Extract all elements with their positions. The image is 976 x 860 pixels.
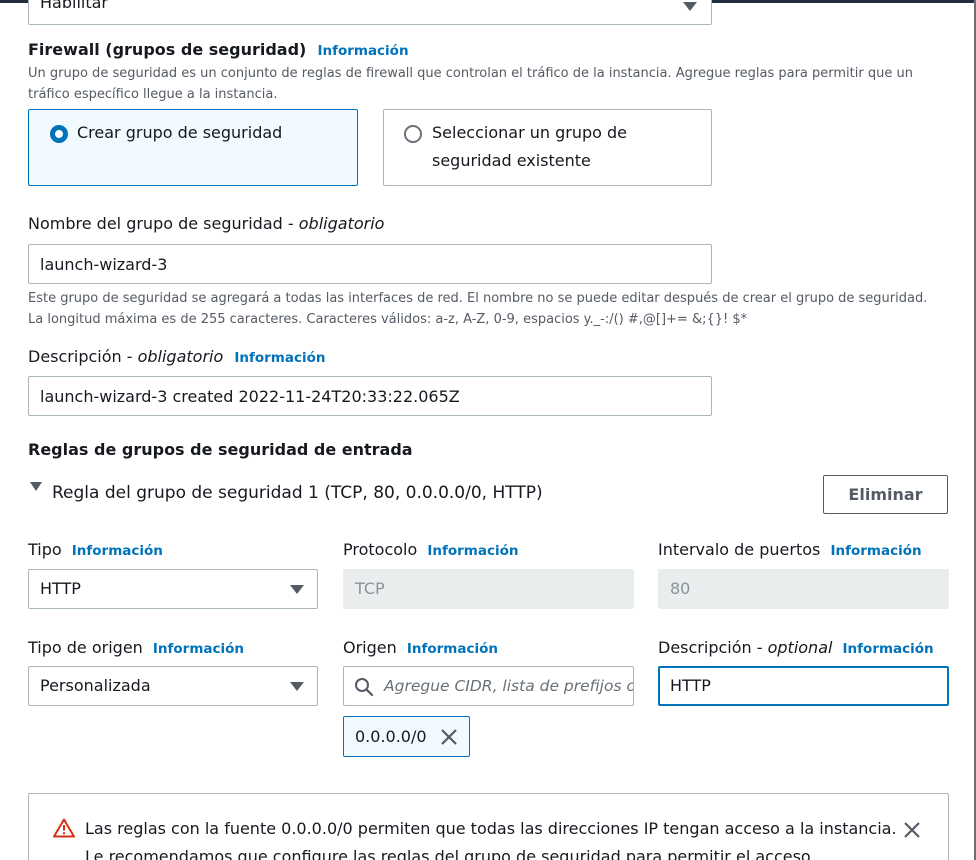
port-range-label-text: Intervalo de puertos <box>658 540 821 559</box>
port-range-label: Intervalo de puertos Información <box>658 540 922 559</box>
rule-description-input[interactable]: HTTP <box>658 666 949 706</box>
source-token-value: 0.0.0.0/0 <box>355 727 427 746</box>
option-create-security-group[interactable]: Crear grupo de seguridad <box>28 109 358 186</box>
protocol-field: TCP <box>343 569 634 609</box>
option-select-label: Seleccionar un grupo de seguridad existe… <box>432 123 627 170</box>
port-range-info-link[interactable]: Información <box>830 543 921 559</box>
protocol-info-link[interactable]: Información <box>427 543 518 559</box>
protocol-label: Protocolo Información <box>343 540 519 559</box>
group-name-label: Nombre del grupo de seguridad - obligato… <box>28 214 384 233</box>
warning-alert: Las reglas con la fuente 0.0.0.0/0 permi… <box>28 793 949 860</box>
rule-description-optional: optional <box>767 638 833 657</box>
caret-down-icon <box>30 482 42 491</box>
type-info-link[interactable]: Información <box>72 543 163 559</box>
protocol-value: TCP <box>355 579 385 598</box>
radio-checked-icon[interactable] <box>50 125 68 143</box>
group-description-value: launch-wizard-3 created 2022-11-24T20:33… <box>40 387 460 406</box>
group-name-required: obligatorio <box>298 214 385 233</box>
source-type-label: Tipo de origen Información <box>28 638 244 657</box>
warning-icon <box>53 818 75 838</box>
firewall-header: Firewall (grupos de seguridad) Informaci… <box>28 40 409 59</box>
source-type-value: Personalizada <box>40 676 151 695</box>
group-name-value: launch-wizard-3 <box>40 255 168 274</box>
source-info-link[interactable]: Información <box>407 641 498 657</box>
alert-line-2: Le recomendamos que configure las reglas… <box>85 847 811 860</box>
type-value: HTTP <box>40 579 81 598</box>
alert-line-1: Las reglas con la fuente 0.0.0.0/0 permi… <box>85 819 897 838</box>
port-range-field: 80 <box>658 569 949 609</box>
source-placeholder: Agregue CIDR, lista de prefijos o <box>384 677 634 695</box>
top-select-value: Habilitar <box>40 0 108 12</box>
source-type-info-link[interactable]: Información <box>153 641 244 657</box>
option-select-existing-group[interactable]: Seleccionar un grupo de seguridad existe… <box>383 109 712 186</box>
group-description-input[interactable]: launch-wizard-3 created 2022-11-24T20:33… <box>28 376 712 416</box>
type-select[interactable]: HTTP <box>28 569 318 609</box>
group-description-required: obligatorio <box>137 347 224 366</box>
source-label-text: Origen <box>343 638 397 657</box>
rule-description-label-text: Descripción - <box>658 638 768 657</box>
close-icon[interactable] <box>440 728 458 746</box>
source-token: 0.0.0.0/0 <box>343 716 470 757</box>
chevron-down-icon <box>290 585 304 594</box>
remove-rule-button[interactable]: Eliminar <box>823 475 948 514</box>
type-label-text: Tipo <box>28 540 62 559</box>
firewall-title: Firewall (grupos de seguridad) <box>28 40 307 59</box>
group-description-info-link[interactable]: Información <box>234 350 325 366</box>
source-label: Origen Información <box>343 638 498 657</box>
group-description-label-text: Descripción - <box>28 347 138 366</box>
source-type-select[interactable]: Personalizada <box>28 666 318 706</box>
rule-description-label: Descripción - optional Información <box>658 638 934 657</box>
radio-unchecked-icon[interactable] <box>404 125 422 143</box>
type-label: Tipo Información <box>28 540 163 559</box>
port-range-value: 80 <box>670 579 691 598</box>
rule-title: Regla del grupo de seguridad 1 (TCP, 80,… <box>52 483 543 503</box>
protocol-label-text: Protocolo <box>343 540 418 559</box>
group-name-help: Este grupo de seguridad se agregará a to… <box>28 291 928 327</box>
group-description-label: Descripción - obligatorio Información <box>28 347 326 366</box>
option-create-label: Crear grupo de seguridad <box>77 123 283 142</box>
group-name-input[interactable]: launch-wizard-3 <box>28 244 712 284</box>
source-type-label-text: Tipo de origen <box>28 638 143 657</box>
close-icon[interactable] <box>903 821 921 839</box>
source-search-input[interactable]: Agregue CIDR, lista de prefijos o <box>343 666 634 706</box>
rule-description-value: HTTP <box>670 676 711 695</box>
inbound-rules-heading: Reglas de grupos de seguridad de entrada <box>28 440 413 459</box>
search-icon <box>355 678 374 697</box>
chevron-down-icon <box>290 682 304 691</box>
chevron-down-icon <box>683 2 697 11</box>
group-name-label-text: Nombre del grupo de seguridad - <box>28 214 299 233</box>
rule-description-info-link[interactable]: Información <box>843 641 934 657</box>
top-select[interactable]: Habilitar <box>28 0 712 25</box>
firewall-info-link[interactable]: Información <box>317 43 408 59</box>
firewall-description: Un grupo de seguridad es un conjunto de … <box>28 66 913 102</box>
